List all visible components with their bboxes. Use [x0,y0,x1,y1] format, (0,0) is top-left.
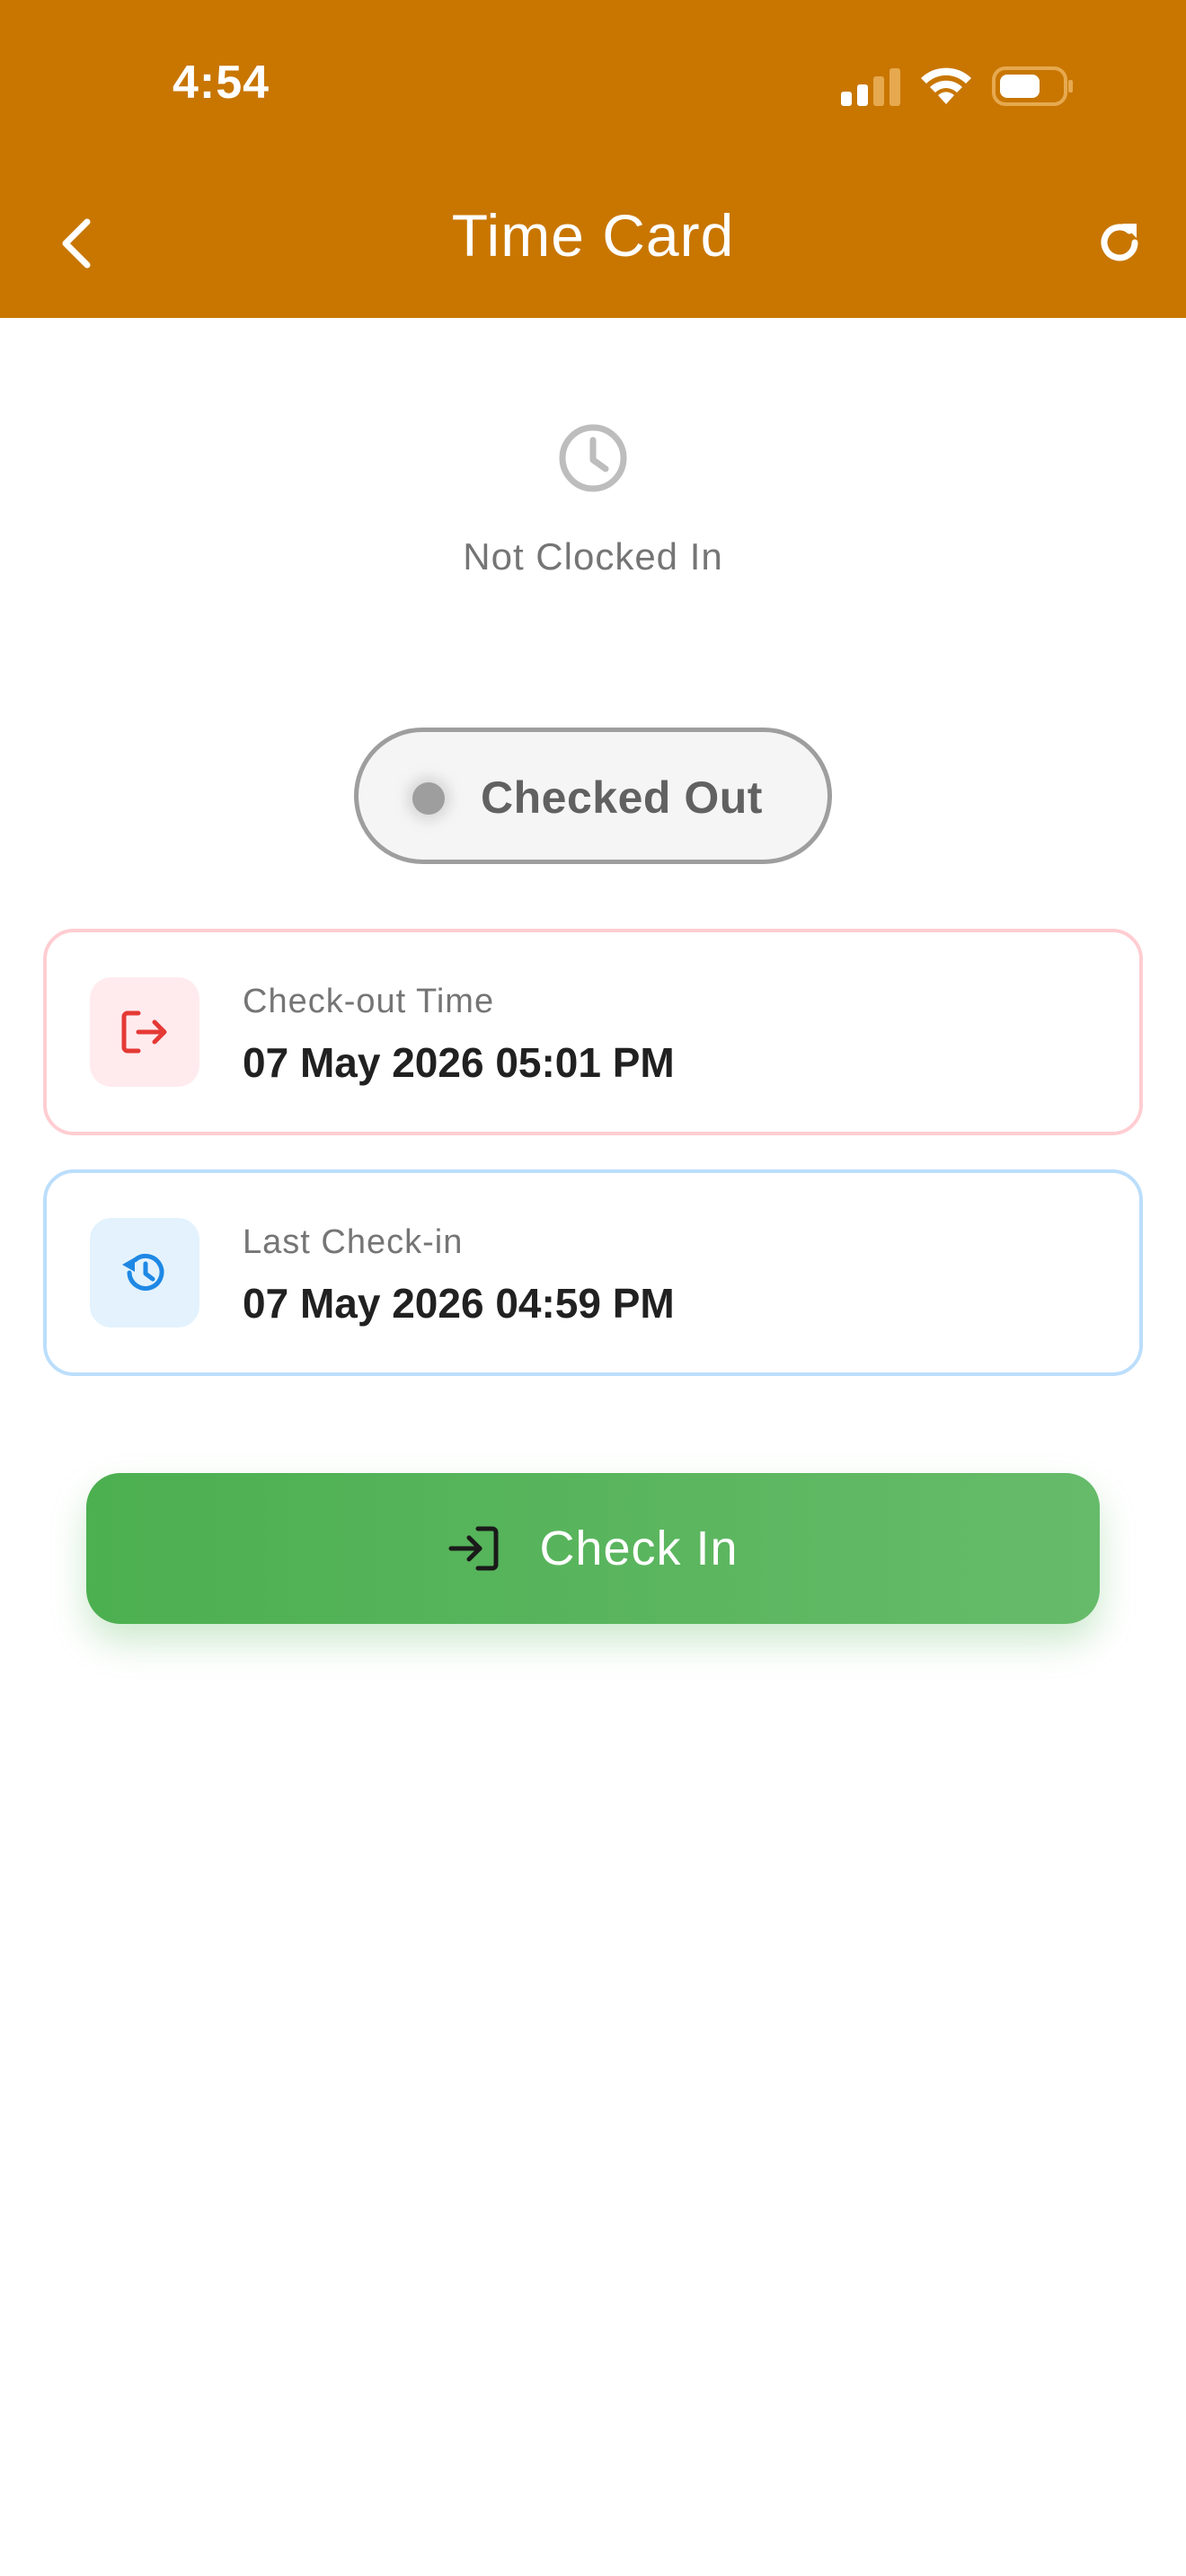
status-dot [412,782,445,815]
page-title: Time Card [451,202,735,269]
logout-icon [121,1010,167,1054]
wifi-icon [921,67,971,104]
last-checkin-value: 07 May 2026 04:59 PM [243,1280,675,1327]
app-header: 4:54 Time Card [0,0,1186,318]
last-checkin-label: Last Check-in [243,1223,464,1261]
checkout-time-card: Check-out Time 07 May 2026 05:01 PM [43,929,1143,1135]
checkout-time-value: 07 May 2026 05:01 PM [243,1039,675,1086]
check-in-button[interactable]: Check In [86,1473,1100,1624]
status-bar-time: 4:54 [173,57,270,109]
checkout-icon-box [90,977,199,1087]
checkout-time-label: Check-out Time [243,983,495,1020]
last-checkin-icon-box [90,1218,199,1328]
clock-status-text: Not Clocked In [463,535,723,578]
refresh-icon [1101,224,1138,261]
login-icon [448,1526,499,1571]
last-checkin-card: Last Check-in 07 May 2026 04:59 PM [43,1169,1143,1376]
status-pill-label: Checked Out [481,772,763,823]
clock-icon [559,424,627,492]
check-in-button-label: Check In [539,1522,739,1575]
battery-icon [992,66,1073,106]
cellular-signal-icon [841,68,900,106]
history-icon [122,1253,164,1291]
refresh-button[interactable] [1084,207,1155,278]
status-pill: Checked Out [354,728,832,864]
